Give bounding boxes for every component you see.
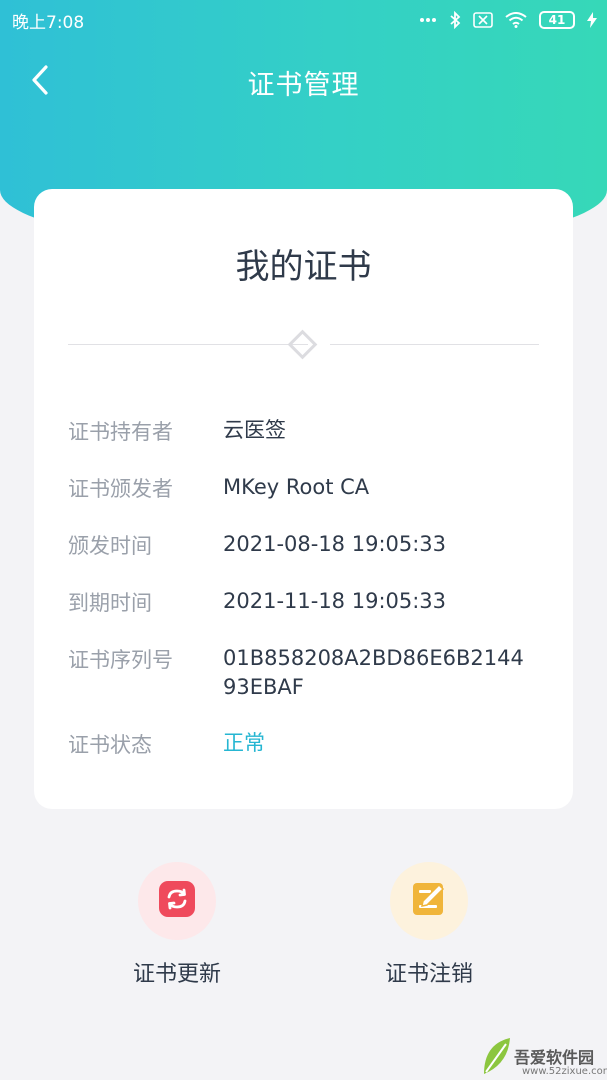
renew-label: 证书更新 <box>132 962 221 987</box>
issuer-label: 证书颁发者 <box>68 477 173 501</box>
bluetooth-icon <box>449 11 461 29</box>
holder-value: 云医签 <box>223 418 286 442</box>
card-title: 我的证书 <box>235 247 372 287</box>
status-icons: 41 <box>419 11 597 29</box>
diamond-ornament-icon <box>287 329 318 360</box>
wifi-icon <box>505 12 527 28</box>
holder-label: 证书持有者 <box>68 420 173 444</box>
status-label: 证书状态 <box>68 733 152 757</box>
site-watermark: 吾爱软件园 www.52zixue.com <box>478 1010 607 1080</box>
issue-time-value: 2021-08-18 19:05:33 <box>223 532 447 556</box>
status-bar: 晚上7:08 41 <box>0 0 607 40</box>
edit-document-icon <box>409 879 449 923</box>
battery-icon: 41 <box>539 11 575 29</box>
renew-icon-circle <box>138 862 216 940</box>
status-time: 晚上7:08 <box>12 12 85 33</box>
revoke-icon-circle <box>390 862 468 940</box>
navigation-bar: 证书管理 <box>0 52 607 112</box>
revoke-certificate-button[interactable]: 证书注销 <box>339 862 519 992</box>
chevron-left-icon <box>30 65 50 99</box>
refresh-icon <box>157 879 197 923</box>
issue-time-label: 颁发时间 <box>68 534 152 558</box>
issuer-value: MKey Root CA <box>223 475 370 499</box>
leaf-logo-icon <box>480 1034 514 1080</box>
watermark-url: www.52zixue.com <box>522 1066 607 1077</box>
battery-level: 41 <box>548 13 566 27</box>
serial-number-label: 证书序列号 <box>68 648 173 672</box>
charging-icon <box>587 12 597 28</box>
divider-right <box>330 344 539 345</box>
certificate-card: 我的证书 证书持有者 云医签 证书颁发者 MKey Root CA 颁发时间 2… <box>34 189 573 809</box>
watermark-text: 吾爱软件园 <box>514 1048 595 1067</box>
status-value: 正常 <box>223 731 265 755</box>
signal-dots-icon <box>419 17 437 23</box>
revoke-label: 证书注销 <box>384 962 473 987</box>
renew-certificate-button[interactable]: 证书更新 <box>87 862 267 992</box>
serial-number-value: 01B858208A2BD86E6B214493EBAF <box>223 646 524 699</box>
divider-left <box>68 344 308 345</box>
back-button[interactable] <box>22 64 58 100</box>
expiry-time-value: 2021-11-18 19:05:33 <box>223 589 447 613</box>
page-title: 证书管理 <box>247 69 360 101</box>
sim-blocked-icon <box>473 12 493 28</box>
expiry-time-label: 到期时间 <box>68 591 152 615</box>
